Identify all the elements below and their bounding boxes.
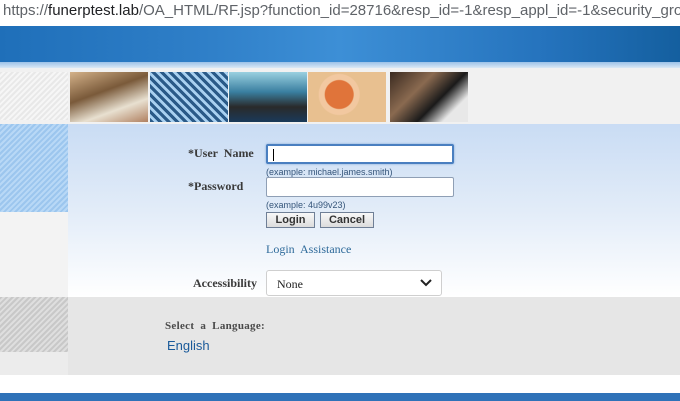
photo-woman-headset [308,72,386,122]
footer-spacer [0,375,680,393]
password-input[interactable] [266,177,454,197]
decorative-stripe-gray [0,297,68,352]
header-banner [0,26,680,68]
language-panel [68,297,680,375]
password-label: *Password [188,179,244,193]
username-input[interactable] [266,144,454,164]
photo-businessman [390,72,468,122]
login-button[interactable]: Login [266,212,315,228]
decorative-stripe-blue [0,124,68,212]
language-english-link[interactable]: English [167,338,210,353]
photo-tower [150,72,228,122]
photo-people-meeting [70,72,148,122]
url-prefix: https:// [3,2,49,19]
url-host: funerptest.lab [48,2,139,19]
username-hint: (example: michael.james.smith) [266,167,393,177]
text-caret [273,149,274,161]
accessibility-selected-value: None [277,277,303,291]
chevron-down-icon [420,279,432,287]
accessibility-select[interactable]: None [266,270,442,296]
username-label: *User Name [188,146,254,160]
language-title: Select a Language: [165,320,266,332]
address-bar[interactable]: https://funerptest.lab/OA_HTML/RF.jsp?fu… [0,0,680,26]
login-assistance-link[interactable]: Login Assistance [266,242,351,257]
accessibility-label: Accessibility [193,276,257,290]
photo-strip [0,68,680,125]
decorative-panel-gray [0,352,68,375]
cancel-button[interactable]: Cancel [320,212,374,228]
url-text[interactable]: https://funerptest.lab/OA_HTML/RF.jsp?fu… [3,2,680,19]
url-path: /OA_HTML/RF.jsp?function_id=28716&resp_i… [138,2,680,19]
decorative-stripe [0,72,68,120]
photo-man-laptop [229,72,307,122]
password-hint: (example: 4u99v23) [266,200,346,210]
decorative-panel [0,212,68,297]
footer-bar [0,393,680,401]
